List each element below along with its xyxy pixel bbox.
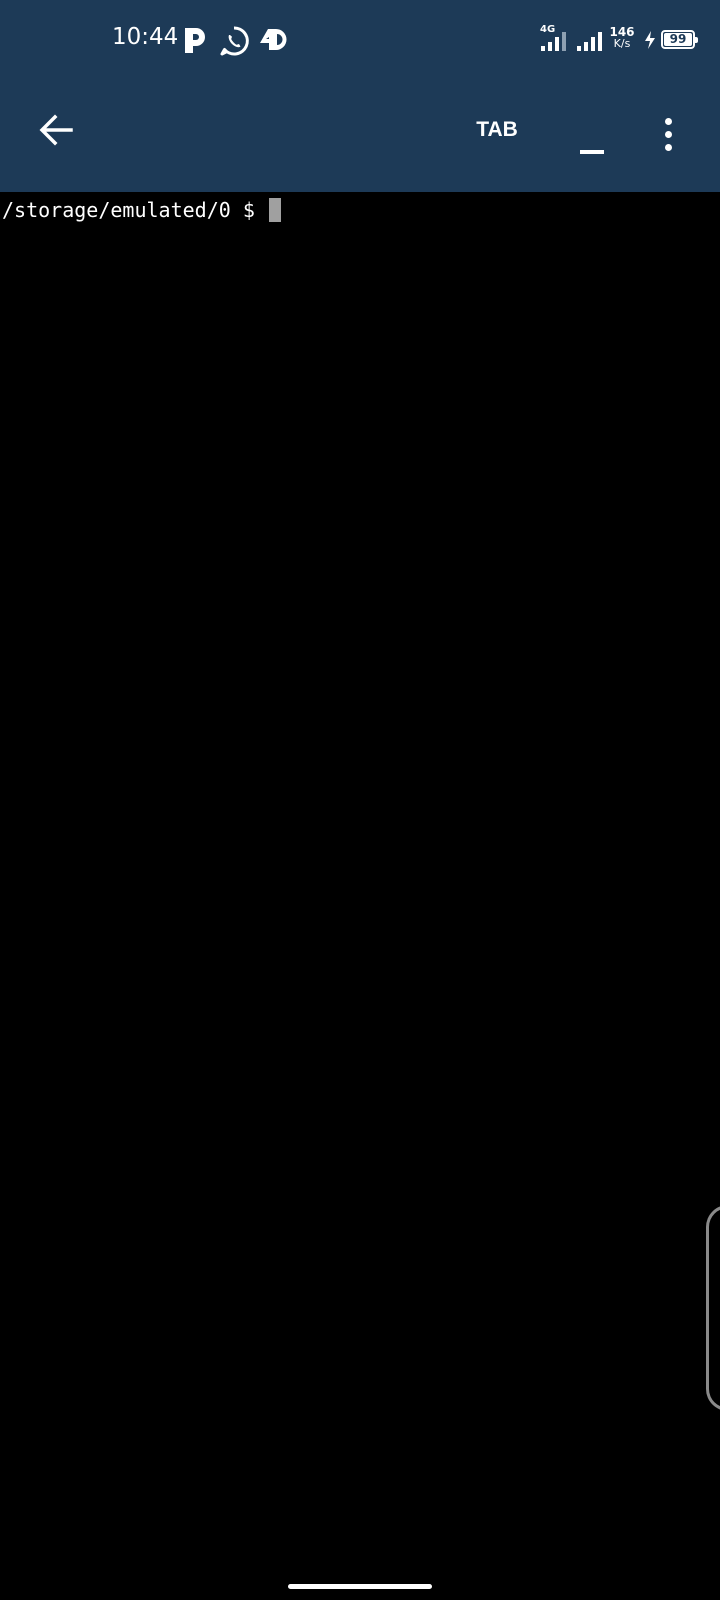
underscore-key-button[interactable]	[566, 110, 616, 156]
terminal-output[interactable]: /storage/emulated/0 $	[0, 192, 720, 1600]
4d-app-icon	[260, 29, 287, 50]
back-button[interactable]	[30, 104, 82, 156]
network-speed-unit: K/s	[613, 37, 631, 50]
signal-strength-icon	[577, 32, 602, 51]
app-toolbar: TAB	[0, 80, 720, 192]
home-indicator[interactable]	[288, 1584, 432, 1589]
arrow-back-icon	[39, 114, 73, 146]
p-app-icon	[185, 28, 205, 53]
battery-level: 99	[664, 33, 692, 46]
underscore-glyph	[580, 150, 604, 154]
clock: 10:44	[112, 24, 179, 50]
overflow-menu-button[interactable]	[650, 110, 686, 158]
charging-icon	[645, 31, 655, 49]
more-vert-icon-dot	[664, 130, 672, 138]
battery-icon: 99	[661, 30, 698, 49]
network-speed: 146 K/s	[608, 26, 636, 50]
signal-strength-icon	[541, 32, 566, 51]
battery-nub	[695, 37, 698, 43]
status-bar: 10:44 4G 146 K/s 99	[0, 0, 720, 80]
more-vert-icon-dot	[664, 143, 672, 151]
shell-prompt: /storage/emulated/0 $	[2, 198, 267, 222]
tab-key-button[interactable]: TAB	[458, 110, 536, 150]
text-cursor	[268, 198, 281, 222]
prompt-line: /storage/emulated/0 $	[2, 198, 281, 222]
whatsapp-icon	[220, 26, 249, 56]
more-vert-icon	[664, 117, 672, 125]
edge-panel-handle[interactable]	[706, 1205, 720, 1411]
